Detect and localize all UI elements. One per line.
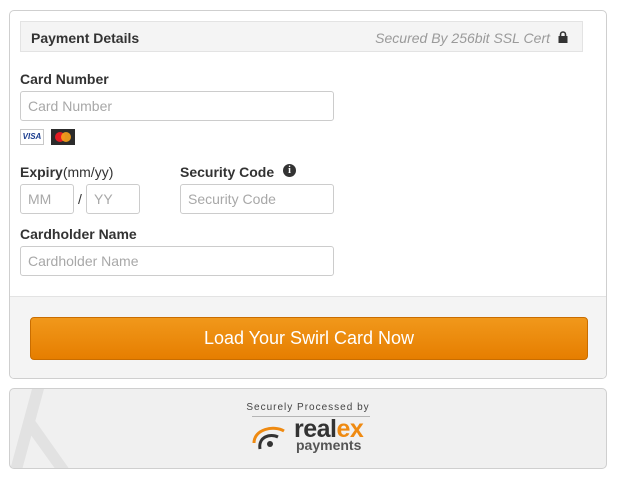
expiry-hint: (mm/yy) (62, 164, 114, 180)
expiry-separator: / (78, 191, 82, 207)
load-swirl-card-button[interactable]: Load Your Swirl Card Now (30, 317, 588, 360)
ssl-secure-text: Secured By 256bit SSL Cert (375, 30, 550, 46)
payment-header: Payment Details Secured By 256bit SSL Ce… (20, 21, 583, 52)
visa-label: VISA (22, 132, 42, 141)
info-icon[interactable]: i (283, 164, 296, 177)
cardholder-name-label: Cardholder Name (20, 226, 137, 242)
watermark-logo-icon (10, 389, 69, 468)
processor-footer: Securely Processed by realex payments (9, 388, 607, 469)
lock-icon (558, 31, 568, 43)
header-title: Payment Details (31, 30, 140, 46)
expiry-year-input[interactable] (86, 184, 140, 214)
security-code-label: Security Code (180, 164, 275, 180)
visa-icon: VISA (20, 129, 44, 145)
cardholder-name-input[interactable] (20, 246, 334, 276)
card-number-label: Card Number (20, 71, 109, 87)
realex-payments-label: payments (296, 437, 362, 453)
card-number-input[interactable] (20, 91, 334, 121)
security-code-input[interactable] (180, 184, 334, 214)
realex-swirl-icon (252, 426, 285, 450)
mastercard-icon (51, 129, 75, 145)
payment-card: Payment Details Secured By 256bit SSL Ce… (9, 10, 607, 379)
expiry-label: Expiry(mm/yy) (20, 164, 113, 180)
expiry-label-text: Expiry (20, 164, 63, 180)
expiry-month-input[interactable] (20, 184, 74, 214)
securely-processed-text: Securely Processed by (246, 402, 370, 413)
mastercard-orange-circle (61, 132, 71, 142)
